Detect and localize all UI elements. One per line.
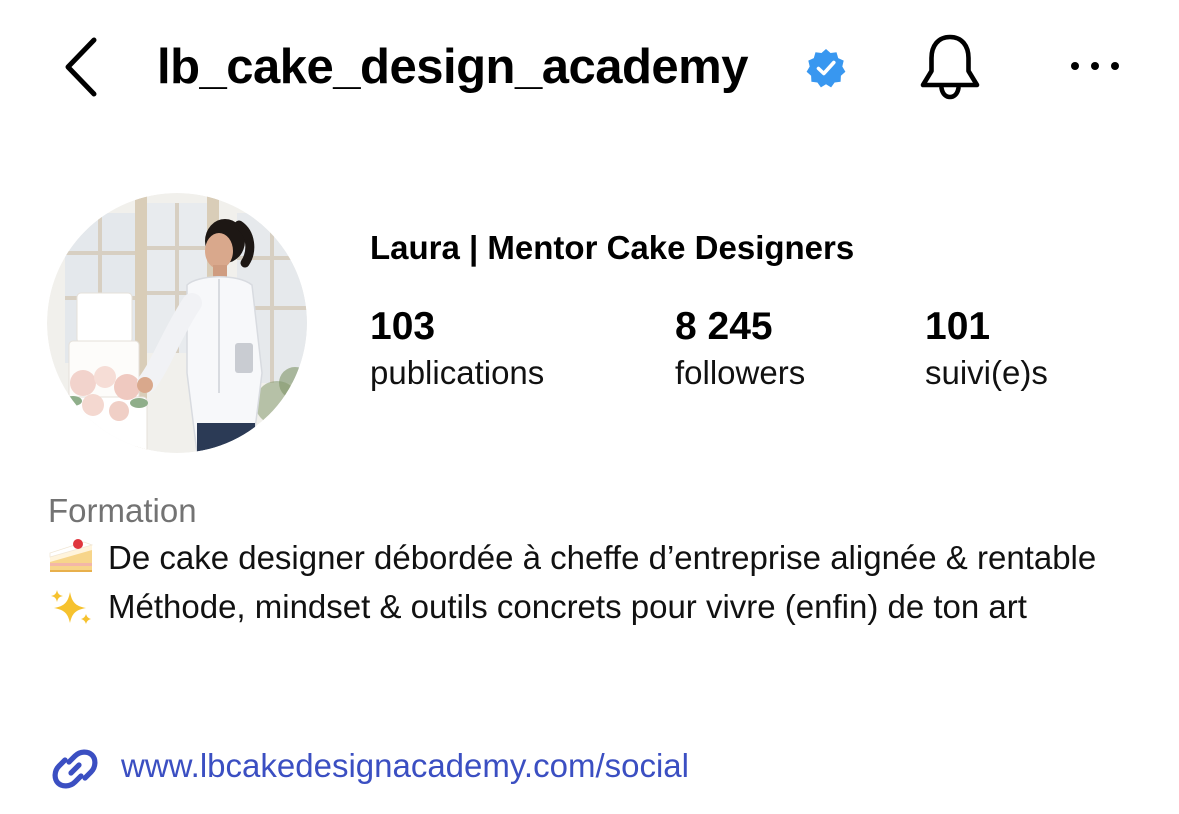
chevron-left-icon (65, 37, 97, 97)
profile-bio: De cake designer débordée à cheffe d’ent… (48, 534, 1138, 631)
profile-username: lb_cake_design_academy (157, 40, 748, 94)
following-label: suivi(e)s (925, 354, 1048, 391)
profile-category: Formation (48, 492, 197, 529)
notifications-button[interactable] (914, 32, 986, 102)
following-count: 101 (925, 305, 991, 348)
more-options-button[interactable] (1066, 48, 1124, 84)
bell-icon (920, 34, 980, 100)
bio-line-1: De cake designer débordée à cheffe d’ent… (108, 539, 1097, 576)
bio-line: Méthode, mindset & outils concrets pour … (48, 583, 1138, 632)
verified-badge-icon (806, 49, 846, 88)
link-icon (52, 749, 98, 789)
followers-label: followers (675, 354, 806, 391)
top-bar: lb_cake_design_academy (0, 0, 1179, 140)
bio-line-2: Méthode, mindset & outils concrets pour … (108, 587, 1027, 625)
sparkles-emoji (51, 589, 91, 624)
followers-stat[interactable]: 8 245 followers (675, 304, 805, 396)
posts-label: publications (370, 354, 545, 391)
posts-count: 103 (370, 305, 436, 348)
bio-line: De cake designer débordée à cheffe d’ent… (48, 534, 1138, 583)
display-name: Laura | Mentor Cake Designers (370, 229, 855, 266)
posts-stat[interactable]: 103 publications (370, 304, 544, 396)
avatar-photo (47, 193, 307, 453)
followers-count: 8 245 (675, 305, 773, 348)
more-icon (1071, 62, 1119, 70)
cake-slice-emoji (49, 539, 94, 572)
following-stat[interactable]: 101 suivi(e)s (925, 304, 1048, 396)
website-url[interactable]: www.lbcakedesignacademy.com/social (121, 742, 689, 790)
website-link[interactable]: www.lbcakedesignacademy.com/social (48, 738, 848, 794)
back-button[interactable] (56, 34, 112, 100)
profile-avatar[interactable] (47, 193, 307, 453)
